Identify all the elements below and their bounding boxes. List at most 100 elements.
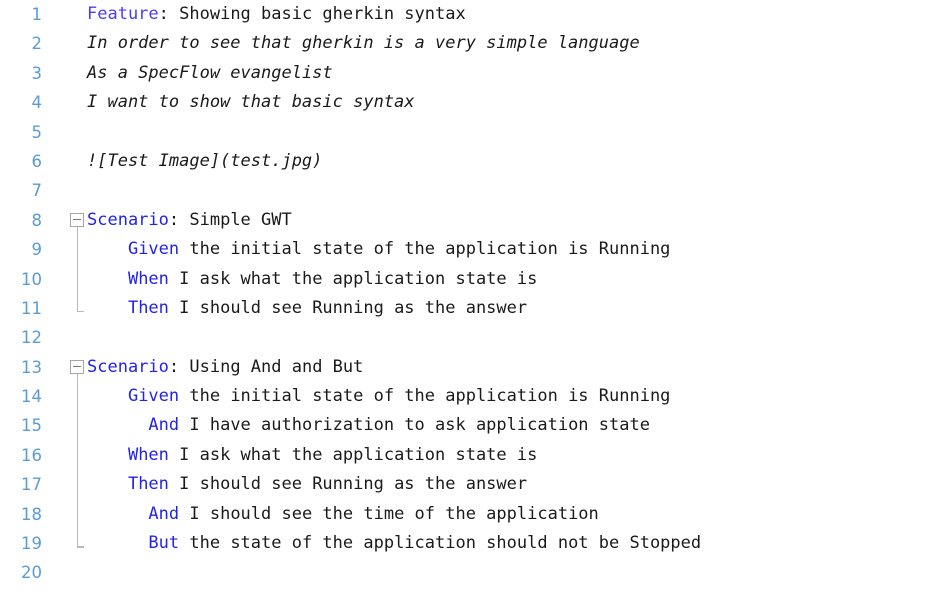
code-line[interactable]: 10 When I ask what the application state… <box>0 264 936 294</box>
code-text: Feature: Showing basic gherkin syntax <box>87 0 466 29</box>
line-number: 19 <box>21 534 42 554</box>
line-text: I should see the time of the application <box>179 503 599 524</box>
keyword-separator: : <box>168 209 180 230</box>
gherkin-keyword: When <box>127 444 169 465</box>
code-text: As a SpecFlow evangelist <box>87 59 333 88</box>
code-text: And I have authorization to ask applicat… <box>87 411 650 440</box>
fold-column <box>68 529 88 558</box>
code-text: In order to see that gherkin is a very s… <box>87 29 640 58</box>
fold-guide-line <box>76 293 78 312</box>
keyword-separator: : <box>168 356 180 377</box>
gherkin-keyword: Then <box>127 297 169 318</box>
fold-column <box>68 264 88 294</box>
fold-column <box>68 59 88 88</box>
code-line[interactable]: 1 Feature: Showing basic gherkin syntax <box>0 0 936 29</box>
line-text: the initial state of the application is … <box>179 239 671 260</box>
gherkin-keyword: Given <box>127 386 180 407</box>
code-line[interactable]: 8 Scenario: Simple GWT <box>0 206 936 236</box>
gherkin-keyword: Scenario <box>87 209 169 230</box>
line-number: 1 <box>31 5 43 24</box>
code-line[interactable]: 16 When I ask what the application state… <box>0 440 936 471</box>
code-text: Scenario: Using And and But <box>87 353 363 382</box>
code-text: When I ask what the application state is <box>87 441 537 470</box>
code-line[interactable]: 6 ![Test Image](test.jpg) <box>0 147 936 176</box>
line-number: 12 <box>21 328 42 348</box>
fold-column <box>68 558 88 587</box>
fold-guide-line <box>76 499 78 530</box>
fold-column <box>68 88 88 117</box>
line-text: In order to see that gherkin is a very s… <box>87 33 640 54</box>
code-line[interactable]: 12 <box>0 323 936 352</box>
fold-column <box>68 176 88 205</box>
line-text: I should see Running as the answer <box>168 297 528 318</box>
line-text: I ask what the application state is <box>168 444 538 465</box>
fold-column[interactable] <box>68 353 88 383</box>
fold-column <box>68 235 88 265</box>
fold-guide-line <box>76 226 78 236</box>
code-text: When I ask what the application state is <box>87 265 537 294</box>
code-text: ![Test Image](test.jpg) <box>87 147 322 176</box>
code-text: But the state of the application should … <box>87 529 701 558</box>
fold-collapse-icon[interactable] <box>70 360 84 375</box>
fold-guide-end <box>76 546 84 548</box>
fold-column <box>68 411 88 441</box>
fold-guide-line <box>76 373 78 383</box>
fold-guide-line <box>76 470 78 500</box>
code-line[interactable]: 17 Then I should see Running as the answ… <box>0 470 936 500</box>
line-text: ![Test Image](test.jpg) <box>87 150 323 171</box>
line-number: 18 <box>21 504 42 524</box>
fold-guide-line <box>76 264 78 294</box>
code-line[interactable]: 14 Given the initial state of the applic… <box>0 382 936 412</box>
fold-column <box>68 118 88 147</box>
fold-collapse-icon[interactable] <box>70 213 84 228</box>
gherkin-keyword: Scenario <box>87 356 169 377</box>
code-text: Then I should see Running as the answer <box>87 470 527 499</box>
line-text: I have authorization to ask application … <box>179 415 650 436</box>
code-line[interactable]: 15 And I have authorization to ask appli… <box>0 411 936 441</box>
fold-guide-line <box>76 235 78 265</box>
line-number: 3 <box>31 63 43 83</box>
code-line[interactable]: 11 Then I should see Running as the answ… <box>0 293 936 323</box>
code-text: Given the initial state of the applicati… <box>87 235 670 264</box>
code-line[interactable]: 20 <box>0 558 936 587</box>
code-line[interactable]: 3 As a SpecFlow evangelist <box>0 59 936 88</box>
keyword-separator: : <box>158 4 169 24</box>
line-number: 7 <box>31 181 43 201</box>
line-number: 10 <box>21 269 42 289</box>
code-line[interactable]: 5 <box>0 118 936 147</box>
fold-column[interactable] <box>68 206 88 236</box>
code-editor[interactable]: 1 Feature: Showing basic gherkin syntax 2 I… <box>0 0 936 612</box>
fold-guide-end <box>76 310 84 313</box>
code-line[interactable]: 9 Given the initial state of the applica… <box>0 235 936 265</box>
line-text: I ask what the application state is <box>168 268 538 289</box>
code-line[interactable]: 7 <box>0 176 936 205</box>
line-text: the state of the application should not … <box>179 533 702 554</box>
fold-column <box>68 293 88 323</box>
code-line[interactable]: 2 In order to see that gherkin is a very … <box>0 29 936 58</box>
code-line[interactable]: 4 I want to show that basic syntax <box>0 88 936 117</box>
gherkin-keyword: Given <box>127 239 180 260</box>
fold-guide-line <box>76 382 78 412</box>
code-line[interactable]: 18 And I should see the time of the appl… <box>0 499 936 530</box>
line-number: 5 <box>31 122 43 142</box>
code-line[interactable]: 13 Scenario: Using And and But <box>0 353 936 383</box>
fold-column <box>68 470 88 500</box>
gherkin-keyword: And <box>148 415 180 436</box>
gherkin-keyword: When <box>127 268 169 289</box>
line-number: 14 <box>21 387 42 407</box>
line-text: Using And and But <box>179 356 364 377</box>
line-text: I want to show that basic syntax <box>87 92 415 113</box>
line-text: As a SpecFlow evangelist <box>87 62 333 83</box>
line-number: 15 <box>21 416 42 436</box>
fold-guide-line <box>76 529 78 548</box>
gherkin-keyword: And <box>148 503 180 524</box>
code-line[interactable]: 19 But the state of the application shou… <box>0 529 936 558</box>
